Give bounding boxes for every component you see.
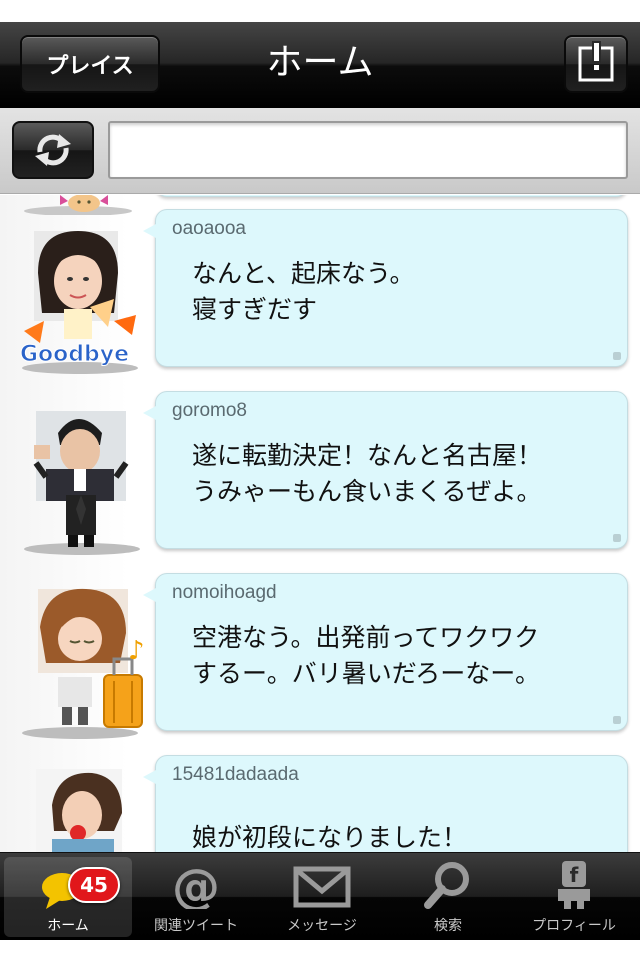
tab-bar: 45 ホーム @ 関連ツイート メッセージ 検索 f プロフィール <box>0 852 640 940</box>
tweet-bubble[interactable]: nomoihoagd 空港なう。出発前ってワクワク するー。バリ暑いだろーなー。 <box>143 573 628 731</box>
traveler-avatar[interactable]: ♪ <box>18 567 146 739</box>
tab-home[interactable]: 45 ホーム <box>4 857 132 937</box>
tab-label: メッセージ <box>287 918 357 934</box>
timeline[interactable]: Goodbye oaoaooa なんと、起床なう。 寝すぎだす goromo8 … <box>0 195 640 852</box>
page-title: ホーム <box>266 42 374 83</box>
tab-messages[interactable]: メッセージ <box>258 857 386 937</box>
tweet-text-line: 寝すぎだす <box>192 295 318 324</box>
tweet-text-line: うみゃーもん食いまくるぜよ。 <box>192 477 542 506</box>
tweet-text-line: するー。バリ暑いだろーなー。 <box>192 659 541 688</box>
svg-text:f: f <box>570 863 579 887</box>
tweet-text: なんと、起床なう。 寝すぎだす <box>192 256 612 328</box>
compose-button[interactable] <box>564 35 628 93</box>
tab-search[interactable]: 検索 <box>384 857 512 937</box>
tweet-text-line: 遂に転勤決定！なんと名古屋！ <box>192 441 543 470</box>
tweet-bubble[interactable]: 15481dadaada 娘が初段になりました！ <box>143 755 628 852</box>
envelope-icon <box>293 866 351 908</box>
tweet-text-line: 娘が初段になりました！ <box>192 823 468 852</box>
tab-profile[interactable]: f プロフィール <box>510 857 638 937</box>
svg-text:Goodbye: Goodbye <box>20 342 129 367</box>
tab-label: プロフィール <box>532 918 616 934</box>
tweet-username[interactable]: goromo8 <box>172 400 247 422</box>
compose-icon <box>578 41 614 82</box>
tweet-item[interactable]: goromo8 遂に転勤決定！なんと名古屋！ うみゃーもん食いまくるぜよ。 <box>0 377 640 559</box>
place-button[interactable]: プレイス <box>20 35 160 93</box>
tweet-bubble[interactable]: oaoaooa なんと、起床なう。 寝すぎだす <box>143 209 628 367</box>
tweet-text: 遂に転勤決定！なんと名古屋！ うみゃーもん食いまくるぜよ。 <box>192 438 612 510</box>
tweet-bubble[interactable]: goromo8 遂に転勤決定！なんと名古屋！ うみゃーもん食いまくるぜよ。 <box>143 391 628 549</box>
tweet-item[interactable]: 15481dadaada 娘が初段になりました！ <box>0 741 640 852</box>
svg-text:@: @ <box>172 861 220 909</box>
bubble-corner-mark <box>613 534 621 542</box>
tab-label: 検索 <box>434 918 462 934</box>
girl-avatar-goodbye[interactable]: Goodbye <box>18 203 146 375</box>
tweet-username[interactable]: nomoihoagd <box>172 582 277 604</box>
tweet-username[interactable]: oaoaooa <box>172 218 246 240</box>
tweet-text-line: 空港なう。出発前ってワクワク <box>192 623 540 652</box>
magnifier-icon <box>424 862 469 909</box>
status-bar <box>0 0 640 22</box>
tweet-item[interactable]: ♪ nomoihoagd 空港なう。出発前ってワクワク するー。バリ暑いだろーな… <box>0 559 640 741</box>
bubble-corner-mark <box>613 352 621 360</box>
tab-label: ホーム <box>47 918 89 934</box>
navigation-bar: プレイス ホーム <box>0 22 640 108</box>
refresh-icon <box>35 134 71 166</box>
svg-text:♪: ♪ <box>128 636 145 666</box>
tweet-text-line: なんと、起床なう。 <box>192 259 415 288</box>
tab-related-tweets[interactable]: @ 関連ツイート <box>132 857 260 937</box>
woman-avatar[interactable] <box>18 749 146 852</box>
bottom-strip <box>0 940 640 960</box>
at-sign-icon: @ <box>172 861 220 909</box>
tweet-item[interactable]: Goodbye oaoaooa なんと、起床なう。 寝すぎだす <box>0 195 640 377</box>
bubble-corner-mark <box>613 716 621 724</box>
refresh-button[interactable] <box>12 121 94 179</box>
profile-figure-icon: f <box>558 861 590 909</box>
tab-label: 関連ツイート <box>154 918 238 934</box>
unread-count-badge: 45 <box>68 867 120 903</box>
tweet-username[interactable]: 15481dadaada <box>172 764 299 786</box>
tweet-text: 娘が初段になりました！ <box>192 802 612 852</box>
search-input[interactable] <box>108 121 628 179</box>
search-bar <box>0 108 640 194</box>
tweet-text: 空港なう。出発前ってワクワク するー。バリ暑いだろーなー。 <box>192 620 612 692</box>
businessman-avatar[interactable] <box>18 385 146 557</box>
